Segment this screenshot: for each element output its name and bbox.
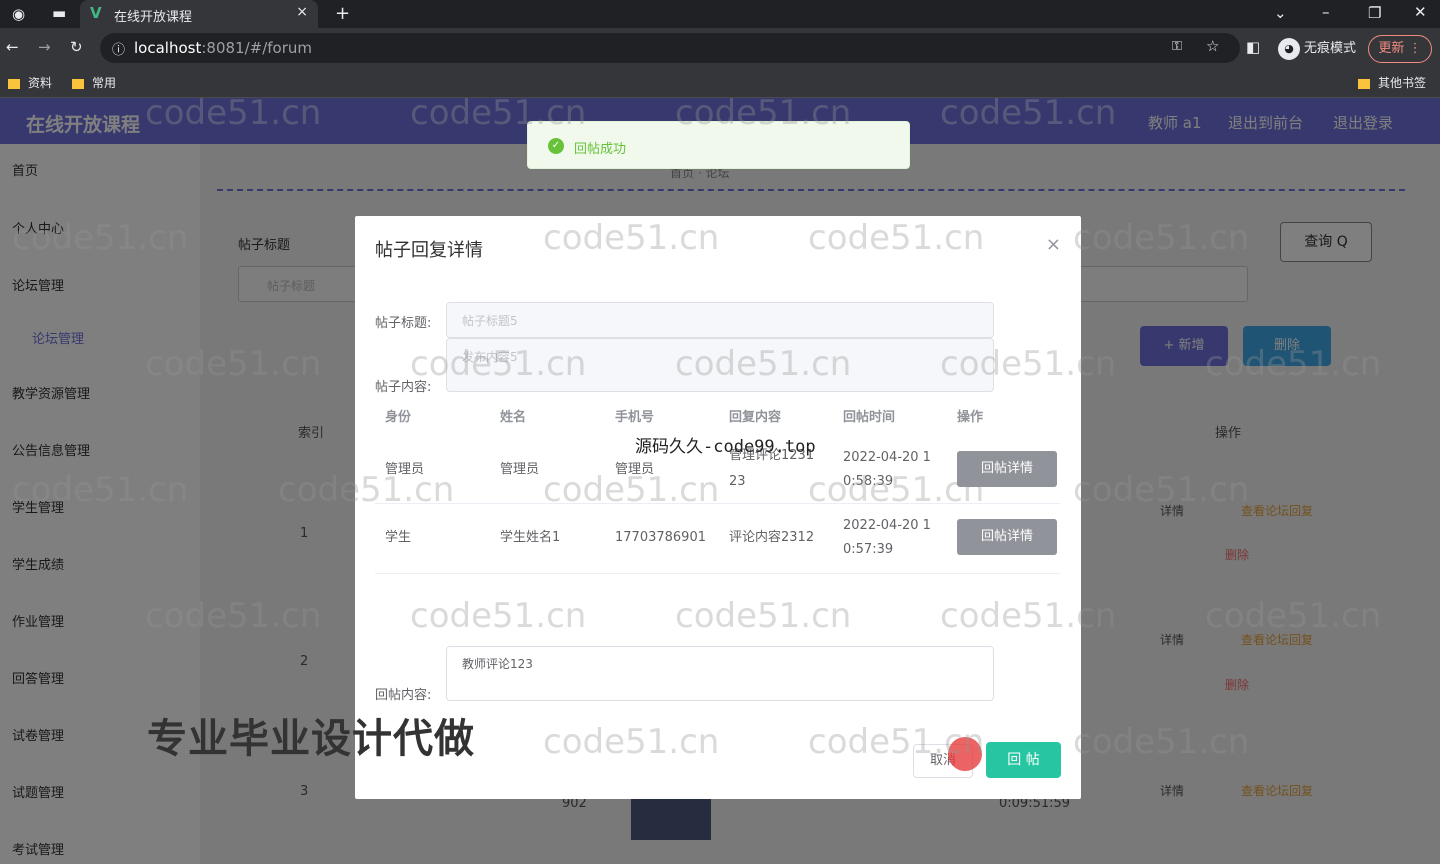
- back-icon[interactable]: ←: [6, 38, 19, 56]
- key-icon[interactable]: ⚿: [1172, 39, 1182, 54]
- cell-time: 2022-04-20 1: [843, 450, 931, 465]
- reload-icon[interactable]: ↻: [70, 38, 83, 56]
- incognito-badge[interactable]: ◕ 无痕模式: [1278, 37, 1356, 60]
- bookmark-label: 其他书签: [1378, 76, 1427, 90]
- reply-detail-button[interactable]: 回帖详情: [957, 451, 1057, 487]
- column-header-content: 回复内容: [729, 410, 782, 425]
- bookmarks-bar: [0, 68, 1440, 98]
- toast-message: 回帖成功: [574, 142, 627, 157]
- incognito-label: 无痕模式: [1304, 41, 1357, 56]
- post-content-value: 发布内容5: [462, 350, 518, 364]
- table-row: 学生 学生姓名1 17703786901 评论内容2312 2022-04-20…: [375, 504, 1060, 574]
- new-tab-button[interactable]: +: [335, 3, 350, 24]
- url-path: :8081/#/forum: [201, 39, 312, 57]
- tab-close-icon[interactable]: ×: [296, 4, 308, 20]
- watermark-promo: 专业毕业设计代做: [147, 716, 475, 762]
- post-title-field: 帖子标题5: [446, 302, 994, 338]
- post-content-label: 帖子内容:: [375, 380, 432, 395]
- update-label: 更新: [1378, 41, 1405, 56]
- tab-list-icon[interactable]: ▬: [52, 4, 66, 22]
- reply-content-label: 回帖内容:: [375, 688, 432, 703]
- folder-icon: [8, 78, 20, 89]
- cell-name: 管理员: [500, 462, 540, 477]
- cell-phone: 管理员: [615, 462, 655, 477]
- cell-content: 评论内容2312: [729, 530, 815, 545]
- submit-label: 回 帖: [1007, 752, 1040, 768]
- click-indicator: [948, 737, 982, 771]
- cell-time: 2022-04-20 1: [843, 518, 931, 533]
- bookmark-label: 资料: [28, 76, 53, 90]
- folder-icon: [1358, 78, 1370, 89]
- watermark-center: 源码久久-code99.top: [635, 437, 816, 457]
- column-header-action: 操作: [957, 410, 984, 425]
- close-icon[interactable]: ×: [1046, 234, 1061, 255]
- dialog-title: 帖子回复详情: [375, 240, 483, 261]
- chevron-down-icon[interactable]: ⌄: [1274, 4, 1287, 22]
- cell-time: 0:58:39: [843, 474, 894, 489]
- browser-tab[interactable]: V 在线开放课程 ×: [80, 0, 318, 28]
- folder-icon: [72, 78, 84, 89]
- bookmark-folder-1[interactable]: 资料: [8, 74, 52, 91]
- forward-icon[interactable]: →: [38, 38, 51, 56]
- cell-role: 学生: [385, 530, 412, 545]
- post-title-label: 帖子标题:: [375, 316, 432, 331]
- minimize-icon[interactable]: –: [1322, 3, 1330, 21]
- success-toast: ✓ 回帖成功: [527, 121, 910, 169]
- submit-reply-button[interactable]: 回 帖: [986, 742, 1061, 778]
- column-header-role: 身份: [385, 410, 412, 425]
- column-header-name: 姓名: [500, 410, 527, 425]
- star-icon[interactable]: ☆: [1206, 37, 1219, 55]
- column-header-phone: 手机号: [615, 410, 655, 425]
- tab-title: 在线开放课程: [114, 10, 193, 25]
- info-icon: ⓘ: [112, 43, 126, 58]
- url-field[interactable]: ⓘ localhost:8081/#/forum ⚿ ☆: [100, 33, 1240, 63]
- post-title-value: 帖子标题5: [462, 314, 518, 328]
- reply-detail-button[interactable]: 回帖详情: [957, 519, 1057, 555]
- incognito-icon[interactable]: ◉: [12, 5, 25, 23]
- browser-tab-strip: ◉ ▬ V 在线开放课程 × + ⌄ – ❐ ✕: [0, 0, 1440, 28]
- cell-phone: 17703786901: [615, 530, 706, 545]
- bookmark-folder-2[interactable]: 常用: [72, 74, 116, 91]
- url-host: localhost: [134, 39, 202, 57]
- reply-content-textarea[interactable]: 教师评论123: [446, 646, 994, 701]
- vue-icon: V: [90, 4, 102, 22]
- close-window-icon[interactable]: ✕: [1414, 3, 1427, 21]
- update-button[interactable]: 更新 ⋮: [1368, 35, 1432, 63]
- other-bookmarks[interactable]: 其他书签: [1358, 74, 1426, 91]
- cell-name: 学生姓名1: [500, 530, 561, 545]
- sidepanel-icon[interactable]: ◧: [1246, 38, 1260, 56]
- incognito-avatar-icon: ◕: [1278, 37, 1300, 60]
- post-content-field: 发布内容5: [446, 338, 994, 392]
- cell-content: 23: [729, 474, 746, 489]
- cell-time: 0:57:39: [843, 542, 894, 557]
- restore-icon[interactable]: ❐: [1368, 4, 1381, 22]
- check-circle-icon: ✓: [548, 138, 564, 154]
- reply-content-value: 教师评论123: [462, 657, 533, 671]
- column-header-time: 回帖时间: [843, 410, 896, 425]
- bookmark-label: 常用: [92, 76, 117, 90]
- cell-role: 管理员: [385, 462, 425, 477]
